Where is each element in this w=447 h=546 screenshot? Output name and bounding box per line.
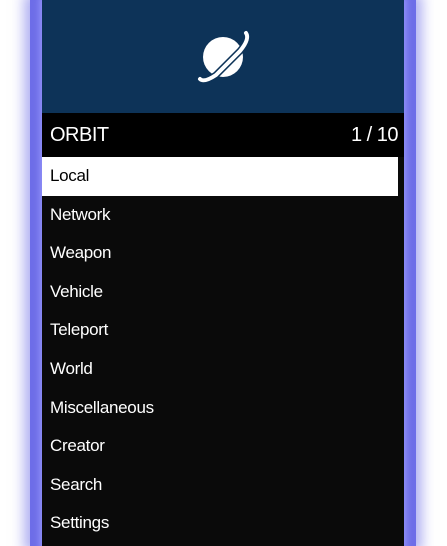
menu-item-list: Local Network Weapon Vehicle Teleport Wo… xyxy=(42,157,404,543)
menu-item-local[interactable]: Local xyxy=(42,157,398,196)
screen: ORBIT 1 / 10 Local Network Weapon Vehicl… xyxy=(0,0,447,546)
menu-item-network[interactable]: Network xyxy=(42,196,398,235)
menu-page-counter: 1 / 10 xyxy=(350,123,399,146)
menu-item-vehicle[interactable]: Vehicle xyxy=(42,273,398,312)
menu-title: ORBIT xyxy=(50,123,109,146)
planet-ring-icon xyxy=(190,21,256,93)
menu-item-miscellaneous[interactable]: Miscellaneous xyxy=(42,389,398,428)
menu-banner xyxy=(42,0,404,113)
orbit-menu: ORBIT 1 / 10 Local Network Weapon Vehicl… xyxy=(42,0,404,546)
menu-item-teleport[interactable]: Teleport xyxy=(42,311,398,350)
menu-item-settings[interactable]: Settings xyxy=(42,504,398,543)
menu-item-search[interactable]: Search xyxy=(42,466,398,505)
menu-item-creator[interactable]: Creator xyxy=(42,427,398,466)
menu-header: ORBIT 1 / 10 xyxy=(42,113,404,157)
menu-item-weapon[interactable]: Weapon xyxy=(42,234,398,273)
menu-item-world[interactable]: World xyxy=(42,350,398,389)
